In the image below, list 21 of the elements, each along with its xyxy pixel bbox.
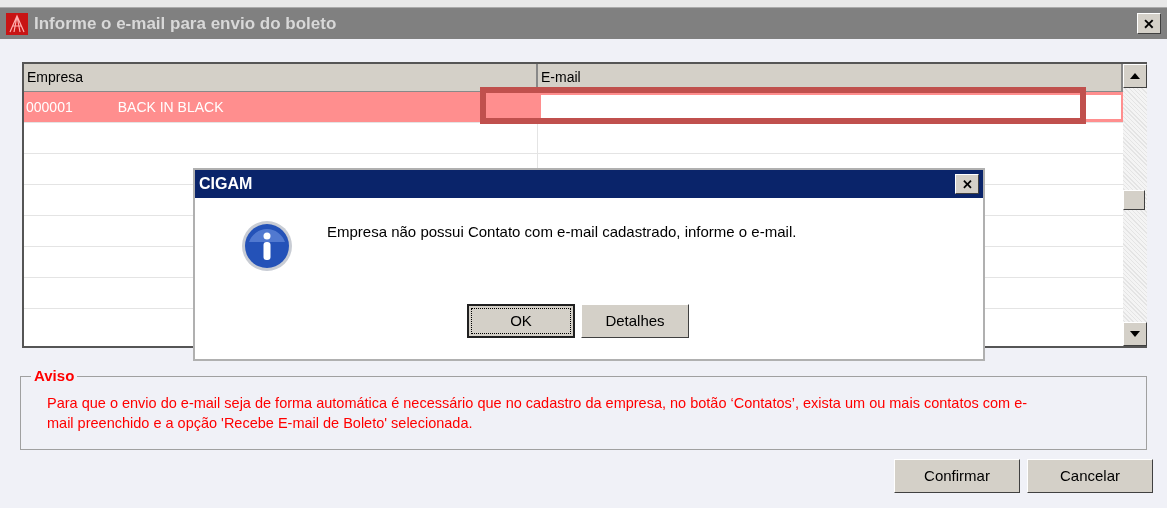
dialog-title: CIGAM	[199, 174, 253, 194]
scroll-thumb[interactable]	[1123, 190, 1145, 210]
table-cell-text: 000001	[26, 97, 73, 117]
dialog-message: Empresa não possui Contato com e-mail cadastrado, informe o e-mail.	[327, 222, 797, 242]
dialog-button[interactable]: OK	[467, 304, 575, 338]
down-arrow-icon	[1130, 331, 1140, 337]
scroll-up-button[interactable]	[1123, 64, 1147, 88]
close-button[interactable]: ✕	[1137, 13, 1161, 34]
dialog-button[interactable]: Detalhes	[581, 304, 689, 338]
dialog-button[interactable]: Confirmar	[894, 459, 1020, 493]
dialog-button[interactable]: Cancelar	[1027, 459, 1153, 493]
scrollbar[interactable]	[1123, 64, 1147, 346]
scroll-down-button[interactable]	[1123, 322, 1147, 346]
window-title: Informe o e-mail para envio do boleto	[34, 12, 338, 35]
table-cell-text: BACK IN BLACK	[117, 97, 224, 117]
app-logo-icon	[6, 12, 28, 35]
dialog-close-button[interactable]: ✕	[955, 174, 979, 194]
info-icon	[241, 220, 293, 272]
email-input-field[interactable]	[541, 95, 1121, 119]
up-arrow-icon	[1130, 73, 1140, 79]
notice-text: Para que o envio do e-mail seja de forma automática é necessário que no cadastro da empresa, no botão ‘Contatos’, exista um ou mais contatos com e-mail preenchido e a opção 'Recebe E-mail de Boleto' selecionada.	[47, 394, 1029, 433]
